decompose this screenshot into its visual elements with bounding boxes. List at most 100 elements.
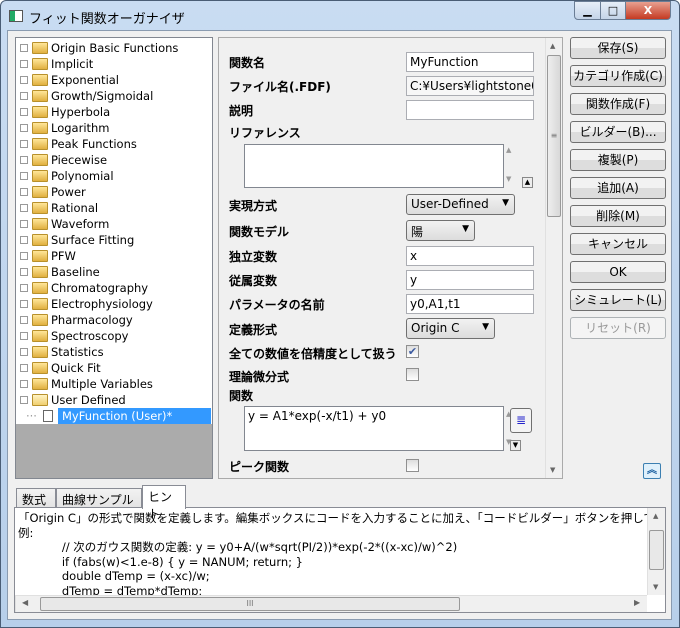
minimize-button[interactable]: ▁	[574, 1, 601, 20]
expand-toggle-icon[interactable]	[20, 268, 28, 276]
description-input[interactable]	[406, 100, 534, 120]
expand-toggle-icon[interactable]	[20, 60, 28, 68]
button-8[interactable]: OK	[570, 261, 666, 283]
button-7[interactable]: キャンセル	[570, 233, 666, 255]
function-properties-panel: 関数名 MyFunction ファイル名(.FDF) C:¥Users¥ligh…	[218, 37, 563, 479]
expand-toggle-icon[interactable]	[20, 380, 28, 388]
folder-icon	[32, 42, 48, 54]
tree-item-label: Peak Functions	[51, 137, 137, 151]
expand-reference-icon[interactable]: ▲	[522, 177, 533, 188]
form-scrollbar[interactable]: ▲ ≡ ▼	[545, 38, 562, 478]
expand-toggle-icon[interactable]	[20, 44, 28, 52]
expand-toggle-icon[interactable]	[20, 284, 28, 292]
expand-toggle-icon[interactable]	[20, 188, 28, 196]
reference-label: リファレンス	[229, 126, 301, 140]
tab-2[interactable]: ヒント	[142, 485, 186, 521]
code-builder-icon[interactable]: ≣	[510, 408, 532, 433]
button-1[interactable]: カテゴリ作成(C)	[570, 65, 666, 87]
independent-var-input[interactable]: x	[406, 246, 534, 266]
tree-item-label: PFW	[51, 249, 76, 263]
expand-toggle-icon[interactable]	[20, 348, 28, 356]
name-label: 関数名	[229, 56, 266, 70]
expand-toggle-icon[interactable]	[20, 396, 28, 404]
button-9[interactable]: シミュレート(L)	[570, 289, 666, 311]
expand-toggle-icon[interactable]	[20, 220, 28, 228]
expand-function-icon[interactable]: ▼	[510, 440, 521, 451]
expand-toggle-icon[interactable]	[20, 204, 28, 212]
model-dropdown[interactable]: 陽 ▼	[406, 220, 475, 241]
expand-toggle-icon[interactable]	[20, 364, 28, 372]
folder-icon	[32, 138, 48, 150]
button-0[interactable]: 保存(S)	[570, 37, 666, 59]
scroll-down-icon[interactable]: ▼	[506, 175, 511, 183]
model-label: 関数モデル	[229, 225, 290, 239]
collapse-panel-button[interactable]: ︽	[643, 463, 661, 479]
function-label: 関数	[229, 389, 254, 403]
tree-item-label: Electrophysiology	[51, 297, 153, 311]
dependent-var-input[interactable]: y	[406, 270, 534, 290]
expand-toggle-icon[interactable]	[20, 76, 28, 84]
tree-item-selected[interactable]: ··· MyFunction (User)*	[16, 408, 212, 424]
scrollbar-thumb[interactable]: ≡	[547, 55, 561, 217]
double-precision-checkbox[interactable]: ✔	[406, 345, 419, 358]
definition-form-dropdown[interactable]: Origin C ▼	[406, 318, 495, 339]
file-input[interactable]: C:¥Users¥lightstone0	[406, 76, 534, 96]
expand-toggle-icon[interactable]	[20, 172, 28, 180]
hint-vertical-scrollbar[interactable]: ▲ ▼	[647, 508, 665, 595]
function-tree[interactable]: Origin Basic Functions Implicit Exponentia…	[15, 37, 213, 479]
expand-toggle-icon[interactable]	[20, 236, 28, 244]
button-4[interactable]: 複製(P)	[570, 149, 666, 171]
expand-toggle-icon[interactable]	[20, 92, 28, 100]
file-label: ファイル名(.FDF)	[229, 80, 331, 94]
folder-icon	[32, 186, 48, 198]
folder-icon	[32, 394, 48, 406]
close-button[interactable]: X	[625, 1, 671, 20]
tree-item-label: Surface Fitting	[51, 233, 135, 247]
independent-var-label: 独立変数	[229, 250, 278, 264]
tree-item-label: Pharmacology	[51, 313, 133, 327]
scroll-down-icon[interactable]: ▼	[653, 583, 658, 591]
expand-toggle-icon[interactable]	[20, 252, 28, 260]
button-3[interactable]: ビルダー(B)...	[570, 121, 666, 143]
tab-0[interactable]: 数式	[16, 488, 56, 508]
button-2[interactable]: 関数作成(F)	[570, 93, 666, 115]
expand-toggle-icon[interactable]	[20, 316, 28, 324]
button-6[interactable]: 削除(M)	[570, 205, 666, 227]
scroll-right-icon[interactable]: ▶	[634, 598, 640, 607]
scrollbar-thumb[interactable]: III	[40, 597, 460, 611]
scrollbar-thumb[interactable]	[649, 530, 664, 570]
expand-toggle-icon[interactable]	[20, 140, 28, 148]
folder-icon	[32, 362, 48, 374]
hint-horizontal-scrollbar[interactable]: ◀ III ▶	[15, 595, 647, 612]
expand-toggle-icon[interactable]	[20, 156, 28, 164]
scroll-up-icon[interactable]: ▲	[506, 146, 511, 154]
tab-1[interactable]: 曲線サンプル	[56, 488, 142, 508]
peak-function-label: ピーク関数	[229, 460, 290, 474]
expand-toggle-icon[interactable]	[20, 124, 28, 132]
name-input[interactable]: MyFunction	[406, 52, 534, 72]
scroll-up-icon[interactable]: ▲	[653, 512, 658, 520]
peak-function-checkbox[interactable]	[406, 459, 419, 472]
scroll-left-icon[interactable]: ◀	[22, 598, 28, 607]
folder-icon	[32, 218, 48, 230]
expand-toggle-icon[interactable]	[20, 108, 28, 116]
tree-empty-area	[16, 424, 212, 478]
scroll-down-icon[interactable]: ▼	[550, 466, 555, 474]
button-10[interactable]: リセット(R)	[570, 317, 666, 339]
tree-item-label: Quick Fit	[51, 361, 101, 375]
derivative-label: 理論微分式	[229, 370, 290, 384]
tree-item-label: Polynomial	[51, 169, 114, 183]
expand-toggle-icon[interactable]	[20, 332, 28, 340]
scroll-up-icon[interactable]: ▲	[550, 42, 555, 50]
maximize-button[interactable]: □	[600, 1, 626, 20]
function-body-textarea[interactable]: y = A1*exp(-x/t1) + y0	[244, 406, 504, 451]
parameter-names-input[interactable]: y0,A1,t1	[406, 294, 534, 314]
derivative-checkbox[interactable]	[406, 368, 419, 381]
button-5[interactable]: 追加(A)	[570, 177, 666, 199]
chevron-down-icon: ▼	[482, 322, 489, 332]
folder-icon	[32, 266, 48, 278]
implementation-dropdown[interactable]: User-Defined ▼	[406, 194, 515, 215]
reference-textarea[interactable]	[244, 144, 504, 188]
parameter-names-label: パラメータの名前	[229, 298, 325, 312]
expand-toggle-icon[interactable]	[20, 300, 28, 308]
